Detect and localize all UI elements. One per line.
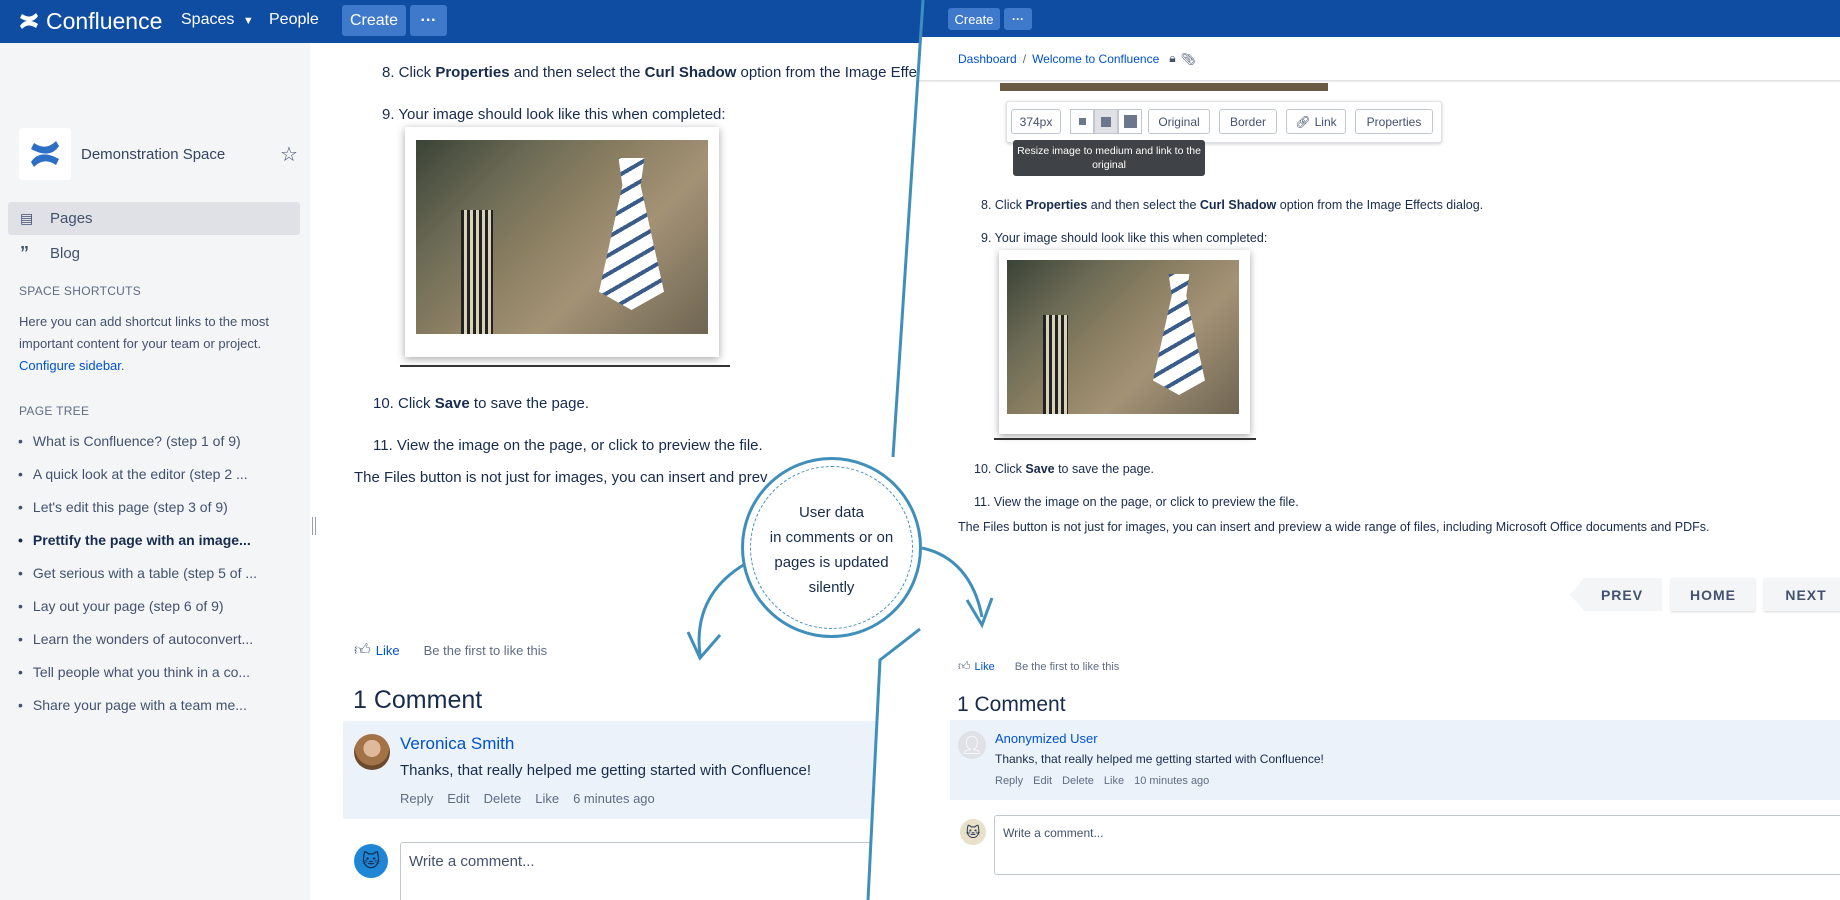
callout-line: pages is updated — [774, 554, 889, 571]
arrow-right — [921, 546, 984, 618]
callout-line: silently — [808, 579, 855, 596]
callout-line: User data — [798, 504, 865, 521]
callout-bubble: User data in comments or on pages is upd… — [741, 457, 922, 638]
pane-divider — [686, 0, 994, 900]
callout-text: User data in comments or on pages is upd… — [744, 500, 919, 600]
callout-line: in comments or on — [769, 529, 894, 546]
arrow-left — [697, 562, 746, 656]
